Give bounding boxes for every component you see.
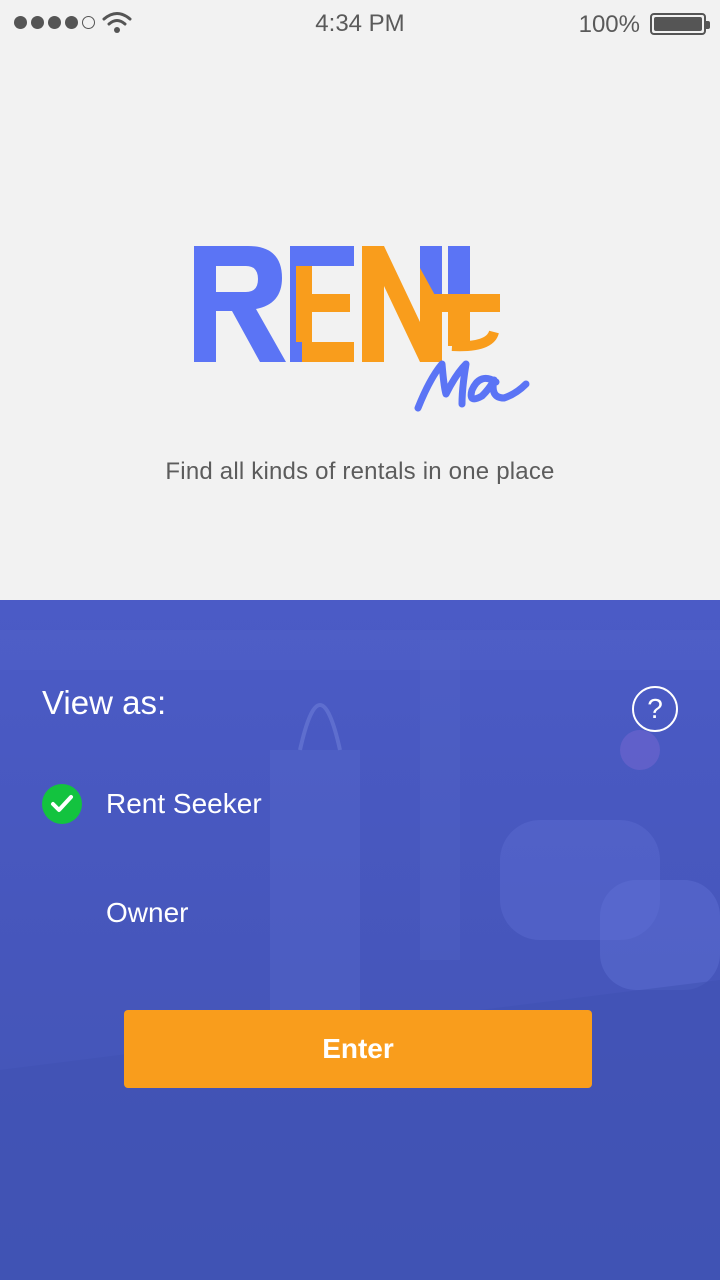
option-label: Owner [106,897,189,928]
view-as-heading: View as: [42,684,167,721]
unchecked-radio-icon[interactable] [42,893,82,933]
option-rent-seeker[interactable]: Rent Seeker [42,774,462,834]
status-bar: 4:34 PM 100% [0,0,720,48]
enter-button[interactable]: Enter [124,1010,592,1088]
check-circle-icon[interactable] [42,784,82,824]
help-button[interactable]: ? [632,686,678,732]
screen: 4:34 PM 100% Find all kinds of rentals i… [0,0,720,1280]
battery-icon [650,13,710,35]
question-mark-icon: ? [647,693,663,724]
tagline: Find all kinds of rentals in one place [165,458,555,485]
battery-percent: 100% [578,11,640,38]
option-owner[interactable]: Owner [42,883,462,943]
rentma-logo [194,246,530,412]
role-selection-panel: View as: ? Rent Seeker Owner Enter [0,600,720,1280]
option-label: Rent Seeker [106,788,262,819]
